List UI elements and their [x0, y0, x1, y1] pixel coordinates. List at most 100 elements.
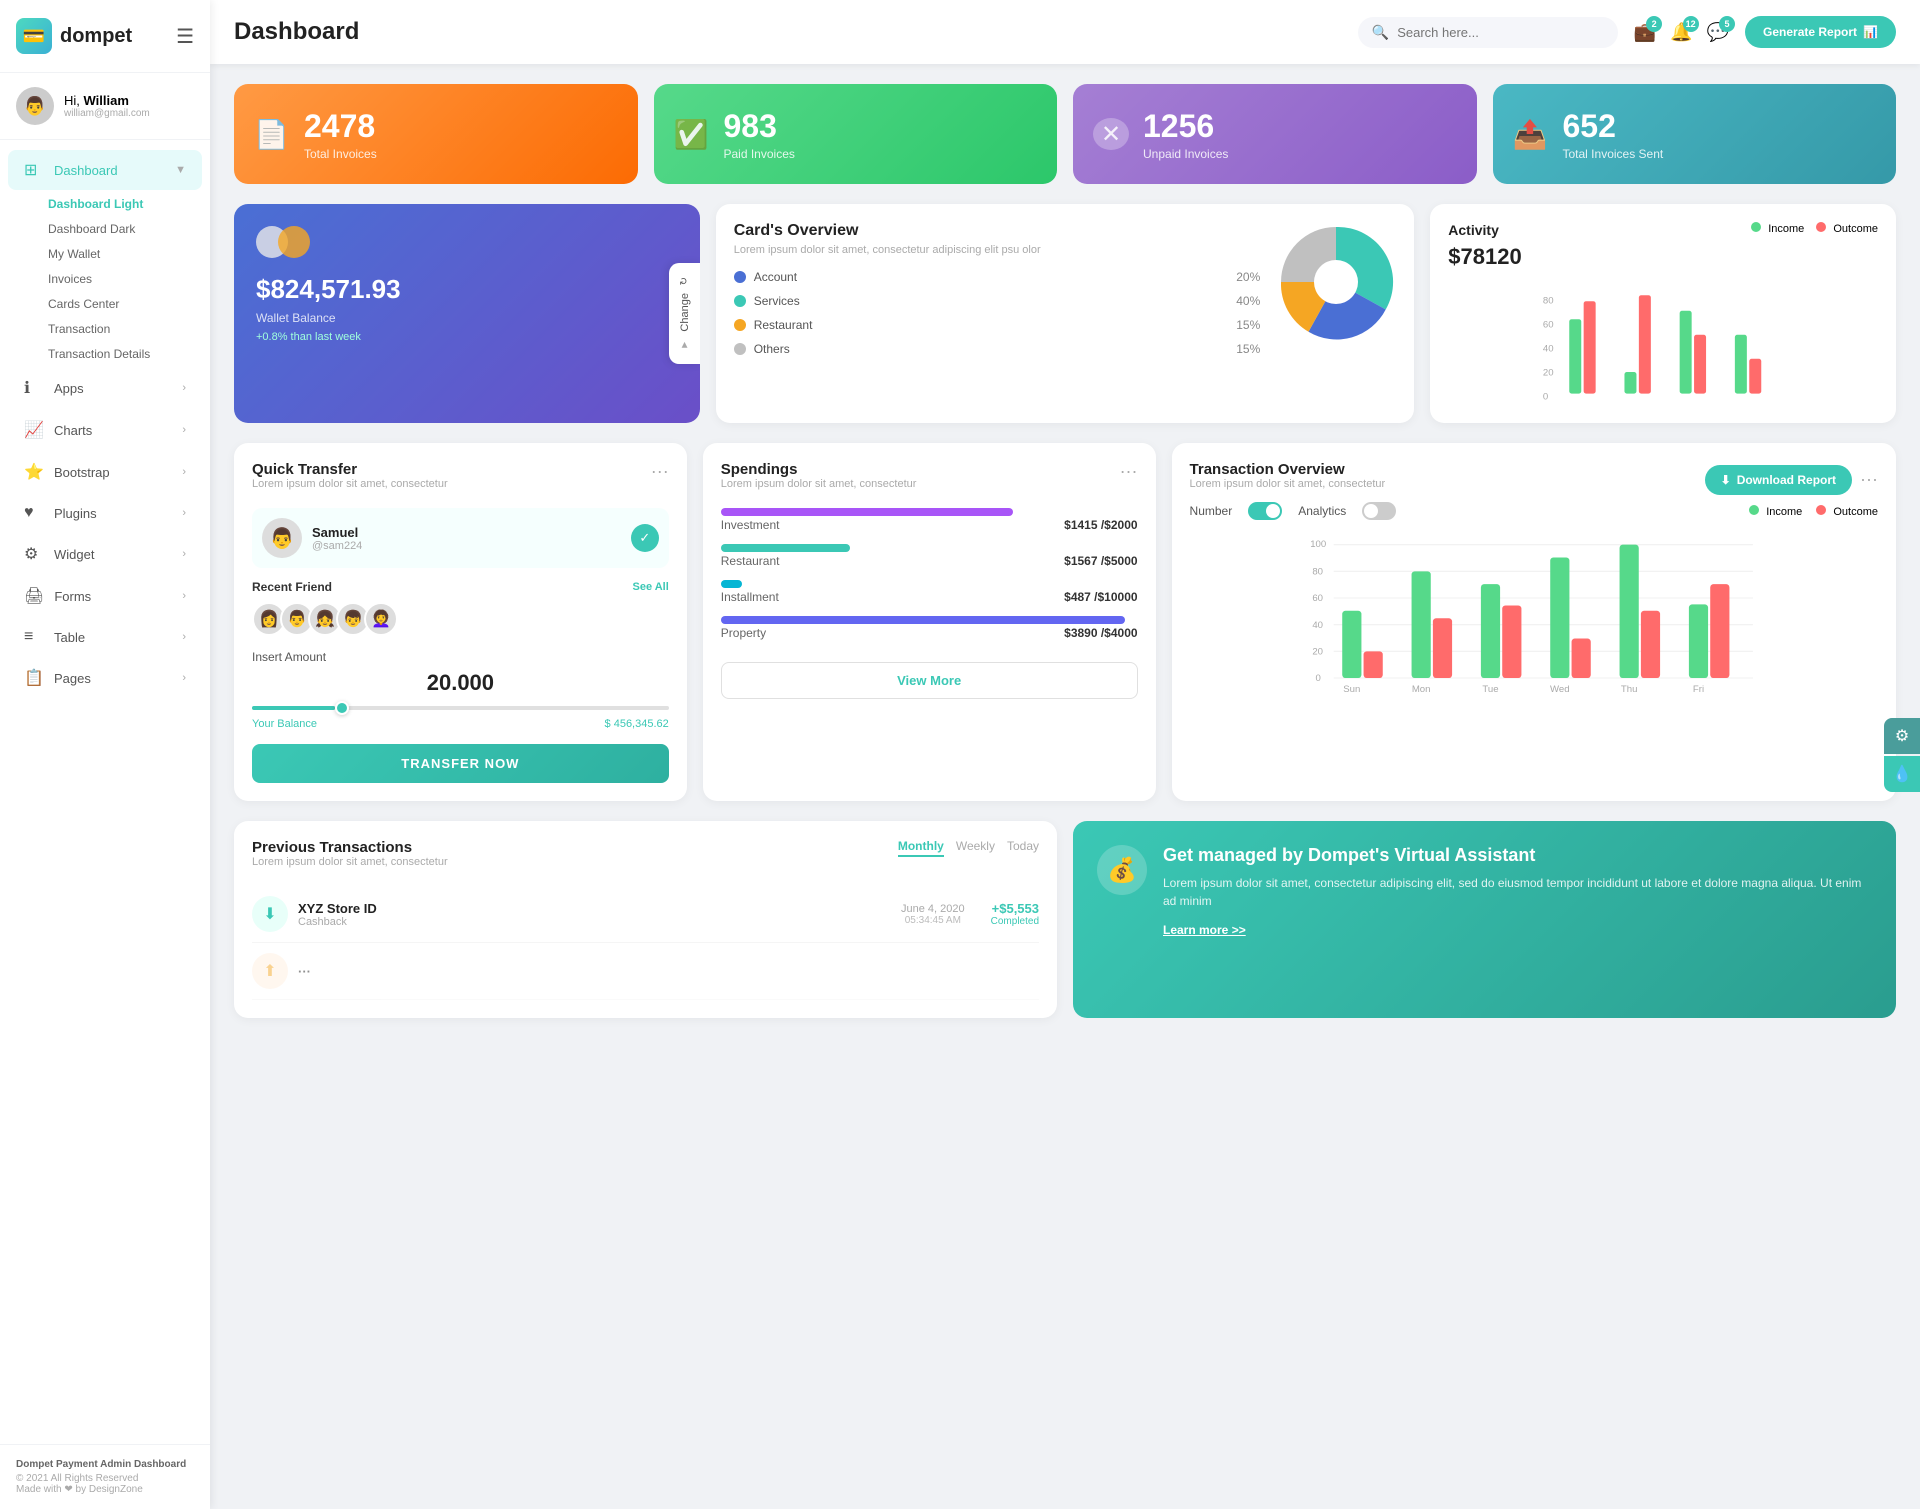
change-card-button[interactable]: ↻ Change ▼ [669, 263, 700, 365]
number-toggle-label: Number [1190, 504, 1233, 518]
bootstrap-label: Bootstrap [54, 465, 110, 480]
sidebar-item-plugins[interactable]: ♥ Plugins › [8, 494, 202, 532]
activity-legend: Income Outcome [1751, 222, 1878, 235]
svg-text:80: 80 [1312, 567, 1323, 578]
charts-icon: 📈 [24, 420, 44, 440]
generate-report-button[interactable]: Generate Report 📊 [1745, 16, 1896, 48]
chevron-right-icon: › [182, 590, 186, 602]
widget-icon: ⚙ [24, 544, 44, 564]
svg-text:20: 20 [1312, 647, 1323, 658]
sidebar-item-table[interactable]: ≡ Table › [8, 618, 202, 656]
bar-chart-icon: 📊 [1863, 25, 1878, 39]
sidebar-footer: Dompet Payment Admin Dashboard © 2021 Al… [0, 1444, 210, 1509]
svg-text:100: 100 [1310, 539, 1326, 550]
view-more-button[interactable]: View More [721, 662, 1138, 699]
amount-slider[interactable] [252, 706, 669, 710]
chevron-right-icon: › [182, 631, 186, 643]
subnav-dashboard-light[interactable]: Dashboard Light [32, 192, 210, 216]
company-name: Dompet Payment Admin Dashboard [16, 1459, 194, 1470]
assistant-learn-more-link[interactable]: Learn more >> [1163, 923, 1246, 937]
user-profile: 👨 Hi, William william@gmail.com [0, 73, 210, 140]
account-dot [734, 271, 746, 283]
bell-badge: 12 [1683, 16, 1699, 32]
number-toggle[interactable] [1248, 502, 1282, 520]
filter-monthly[interactable]: Monthly [898, 839, 944, 857]
sidebar-item-forms[interactable]: 🖨 Forms › [8, 576, 202, 616]
svg-text:Thu: Thu [1620, 684, 1637, 694]
amount-label: Insert Amount [252, 650, 669, 664]
widget-label: Widget [54, 547, 94, 562]
search-bar[interactable]: 🔍 [1358, 17, 1618, 48]
subnav-transaction[interactable]: Transaction [32, 317, 210, 341]
change-label: Change [679, 293, 691, 332]
trans-item-2: ⬆ ··· [252, 943, 1039, 1000]
outcome-dot [1816, 222, 1826, 232]
see-all-link[interactable]: See All [632, 581, 668, 593]
wallet-label: Wallet Balance [256, 311, 678, 325]
others-label: Others [754, 342, 1229, 356]
trans-item-icon-2: ⬆ [252, 953, 288, 989]
subnav-cards-center[interactable]: Cards Center [32, 292, 210, 316]
transfer-user: 👨 Samuel @sam224 ✓ [252, 508, 669, 568]
hamburger-menu[interactable]: ☰ [176, 24, 194, 49]
total-invoices-label: Total Invoices [304, 147, 377, 161]
slider-bar [252, 706, 669, 710]
bell-icon-btn[interactable]: 🔔 12 [1670, 22, 1692, 43]
services-label: Services [754, 294, 1229, 308]
investment-amount: $1415 /$2000 [1064, 518, 1137, 532]
chat-icon-btn[interactable]: 💬 5 [1707, 22, 1729, 43]
activity-bar-chart: 80 60 40 20 0 [1448, 282, 1878, 402]
spendings-menu-button[interactable]: ··· [1120, 461, 1138, 482]
sidebar-item-apps[interactable]: ℹ Apps › [8, 368, 202, 408]
user-name: William [84, 93, 129, 108]
prev-transactions-title: Previous Transactions [252, 839, 448, 856]
analytics-toggle[interactable] [1362, 502, 1396, 520]
sidebar-item-bootstrap[interactable]: ⭐ Bootstrap › [8, 452, 202, 492]
logo-icon: 💳 [16, 18, 52, 54]
subnav-transaction-details[interactable]: Transaction Details [32, 342, 210, 366]
transaction-overview-menu-button[interactable]: ··· [1860, 469, 1878, 490]
trans-title-block: Transaction Overview Lorem ipsum dolor s… [1190, 461, 1386, 498]
dashboard-subnav: Dashboard Light Dashboard Dark My Wallet… [0, 192, 210, 366]
subnav-invoices[interactable]: Invoices [32, 267, 210, 291]
assistant-title: Get managed by Dompet's Virtual Assistan… [1163, 845, 1872, 866]
sidebar-item-widget[interactable]: ⚙ Widget › [8, 534, 202, 574]
prev-transactions-sub: Lorem ipsum dolor sit amet, consectetur [252, 856, 448, 868]
trans-type: Cashback [298, 916, 377, 928]
sidebar-item-dashboard[interactable]: ⊞ Dashboard ▼ [8, 150, 202, 190]
trans-time: 05:34:45 AM [901, 915, 965, 926]
svg-text:60: 60 [1543, 320, 1554, 331]
assistant-icon: 💰 [1107, 856, 1137, 885]
total-sent-icon: 📤 [1513, 118, 1549, 151]
installment-bar [721, 580, 742, 588]
stat-card-total-invoices: 📄 2478 Total Invoices [234, 84, 638, 184]
transfer-check-icon: ✓ [631, 524, 659, 552]
search-input[interactable] [1397, 25, 1577, 40]
chevron-down-icon: ▼ [679, 339, 690, 350]
slider-fill [252, 706, 335, 710]
subnav-my-wallet[interactable]: My Wallet [32, 242, 210, 266]
chevron-down-icon: ▼ [175, 164, 186, 176]
account-pct: 20% [1236, 270, 1260, 284]
filter-weekly[interactable]: Weekly [956, 839, 995, 857]
stat-card-total-sent: 📤 652 Total Invoices Sent [1493, 84, 1897, 184]
sidebar: 💳 dompet ☰ 👨 Hi, William william@gmail.c… [0, 0, 210, 1509]
sidebar-item-charts[interactable]: 📈 Charts › [8, 410, 202, 450]
water-side-button[interactable]: 💧 [1884, 756, 1920, 792]
download-report-button[interactable]: ⬇ Download Report [1705, 465, 1852, 495]
wallet-icon-btn[interactable]: 💼 2 [1634, 22, 1656, 43]
chevron-right-icon: › [182, 466, 186, 478]
overview-item-account: Account 20% [734, 270, 1261, 284]
quick-transfer-menu-button[interactable]: ··· [651, 461, 669, 482]
sidebar-item-pages[interactable]: 📋 Pages › [8, 658, 202, 698]
pie-chart [1276, 222, 1396, 342]
activity-header: Activity Income Outcome [1448, 222, 1878, 238]
filter-today[interactable]: Today [1007, 839, 1039, 857]
installment-row: Installment $487 /$10000 [721, 590, 1138, 604]
subnav-dashboard-dark[interactable]: Dashboard Dark [32, 217, 210, 241]
settings-side-button[interactable]: ⚙ [1884, 718, 1920, 754]
spending-investment: Investment $1415 /$2000 [721, 508, 1138, 532]
friend-avatar-5[interactable]: 👩‍🦱 [364, 602, 398, 636]
total-sent-info: 652 Total Invoices Sent [1563, 108, 1664, 161]
transfer-now-button[interactable]: TRANSFER NOW [252, 744, 669, 783]
